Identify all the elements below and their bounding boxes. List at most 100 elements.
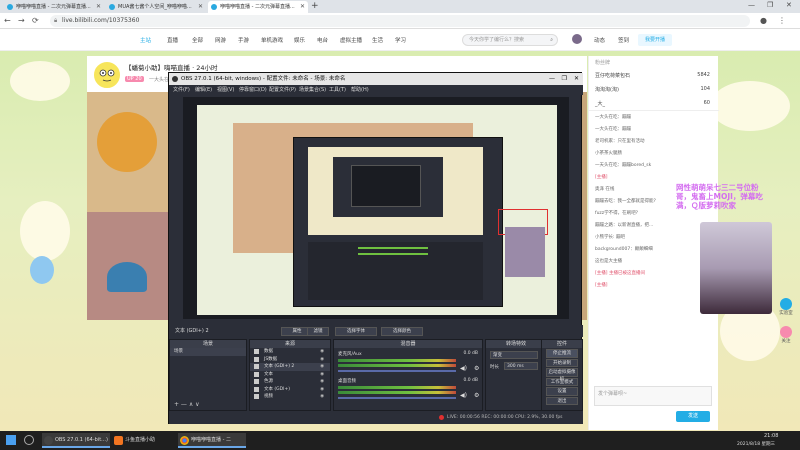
stop-streaming-button[interactable]: 停止推流 — [546, 349, 578, 358]
scene-item[interactable]: 场景 — [170, 348, 246, 356]
close-icon[interactable]: ✕ — [300, 1, 305, 13]
menu-view[interactable]: 视图(V) — [217, 85, 234, 95]
source-item[interactable]: JS数据 ◉ — [250, 356, 330, 364]
lab-float-button[interactable]: 实验室 — [776, 298, 796, 316]
filters-button[interactable]: 滤镜 — [307, 327, 329, 336]
menu-scene-collection[interactable]: 场景集合(S) — [299, 85, 326, 95]
nav-checkin[interactable]: 签到 — [618, 36, 629, 44]
nav-vtuber[interactable]: 虚拟主播 — [340, 36, 362, 44]
nav-single-games[interactable]: 单机游戏 — [261, 36, 283, 44]
url-input[interactable]: 🔒︎ live.bilibili.com/10375360 — [50, 15, 750, 27]
chat-message: background007：颠颠细细 — [595, 247, 653, 252]
nav-life[interactable]: 生活 — [372, 36, 383, 44]
source-item[interactable]: 色源 ◉ — [250, 378, 330, 386]
taskbar-obs[interactable]: OBS 27.0.1 (64-bit...) — [42, 433, 110, 448]
start-broadcast-button[interactable]: 我要开播 — [638, 34, 672, 46]
add-scene-icon[interactable]: + — ∧ ∨ — [174, 401, 200, 408]
source-item[interactable]: 数据 ◉ — [250, 348, 330, 356]
speaker-icon[interactable]: ◀) — [460, 392, 467, 399]
menu-tools[interactable]: 工具(T) — [329, 85, 346, 95]
eye-icon[interactable]: ◉ — [320, 393, 324, 401]
nav-home[interactable]: 主站 — [140, 36, 151, 44]
eye-icon[interactable]: ◉ — [320, 348, 324, 356]
back-icon[interactable]: ← — [4, 16, 11, 26]
eye-icon[interactable]: ◉ — [320, 378, 324, 386]
nav-mobile-games[interactable]: 手游 — [238, 36, 249, 44]
mixer-dock: 混音器 麦克风/Aux 0.0 dB ◀) ⚙ 桌面音频 0.0 dB ◀) ⚙ — [333, 339, 483, 411]
menu-profile[interactable]: 配置文件(P) — [269, 85, 296, 95]
menu-file[interactable]: 文件(F) — [173, 85, 190, 95]
source-item[interactable]: 视频 ◉ — [250, 393, 330, 401]
profile-icon[interactable]: ● — [760, 16, 767, 26]
menu-icon[interactable]: ⋮ — [778, 16, 786, 26]
nav-study[interactable]: 学习 — [395, 36, 406, 44]
nav-all[interactable]: 全部 — [192, 36, 203, 44]
eye-icon[interactable]: ◉ — [320, 356, 324, 364]
close-window-icon[interactable]: ✕ — [786, 1, 792, 9]
minimize-icon[interactable]: — — [748, 1, 755, 9]
live-indicator-icon — [439, 415, 444, 420]
sources-header: 来源 — [250, 340, 330, 348]
avatar[interactable] — [572, 34, 582, 44]
nav-radio[interactable]: 电台 — [317, 36, 328, 44]
source-item[interactable]: 文本 (GDI+) 2 ◉ — [250, 363, 330, 371]
taskbar-douyu[interactable]: 斗鱼直播小助 — [112, 433, 174, 448]
gear-icon[interactable]: ⚙ — [474, 365, 479, 372]
eye-icon[interactable]: ◉ — [320, 363, 324, 371]
taskbar-chrome[interactable]: 咿喵咿喵直播 - 二 — [178, 433, 246, 448]
source-label: 色源 — [264, 379, 273, 384]
source-item[interactable]: 文本 (GDI+) ◉ — [250, 386, 330, 394]
nav-dynamic[interactable]: 动态 — [594, 36, 605, 44]
sources-dock: 来源 数据 ◉ JS数据 ◉ 文本 (GDI+) 2 ◉ 文本 ◉ 色源 ◉ 文本 (GD… — [249, 339, 331, 411]
volume-slider[interactable] — [338, 397, 456, 399]
volume-slider[interactable] — [338, 370, 456, 372]
browser-tab-2[interactable]: MUA酱七酱个人空间_咿喵咿喵... ✕ — [106, 1, 206, 13]
select-font-button[interactable]: 选择字体 — [335, 327, 377, 336]
menu-docks[interactable]: 停靠窗口(D) — [239, 85, 267, 95]
close-icon[interactable]: ✕ — [96, 1, 101, 13]
browser-tab-1[interactable]: 咿喵咿喵直播 - 二次元弹幕直播... ✕ — [4, 1, 104, 13]
eye-icon[interactable]: ◉ — [320, 386, 324, 394]
chat-input[interactable]: 发个弹幕呗~ — [594, 386, 712, 406]
new-tab-icon[interactable]: + — [311, 1, 319, 11]
windows-start-icon[interactable] — [6, 435, 16, 445]
close-icon[interactable]: ✕ — [198, 1, 203, 13]
duration-input[interactable]: 300 ms — [504, 362, 538, 370]
studio-mode-button[interactable]: 工作室模式 — [546, 377, 578, 386]
source-item[interactable]: 文本 ◉ — [250, 371, 330, 379]
maximize-icon[interactable]: ❐ — [767, 1, 773, 9]
menu-help[interactable]: 帮助(H) — [351, 85, 369, 95]
maximize-icon[interactable]: ❐ — [562, 73, 567, 85]
close-icon[interactable]: ✕ — [574, 73, 579, 85]
up-badge: UP 20 — [125, 76, 144, 82]
follow-float-button[interactable]: 关注 — [776, 326, 796, 344]
exit-button[interactable]: 退出 — [546, 396, 578, 405]
search-icon[interactable]: ⌕ — [550, 35, 553, 46]
rank-name: 豆仔吃荷菜包石 — [595, 73, 631, 79]
eye-icon[interactable]: ◉ — [320, 371, 324, 379]
browser-tab-3[interactable]: 咿喵咿喵直播 - 二次元弹幕直播... ✕ — [208, 1, 308, 13]
transition-select[interactable]: 渐变 — [490, 351, 538, 359]
start-recording-button[interactable]: 开始录制 — [546, 358, 578, 367]
video-icon — [254, 394, 259, 399]
gear-icon[interactable]: ⚙ — [474, 392, 479, 399]
reload-icon[interactable]: ⟳ — [32, 16, 39, 26]
nav-entertainment[interactable]: 娱乐 — [294, 36, 305, 44]
settings-button[interactable]: 设置 — [546, 387, 578, 396]
tab-label: MUA酱七酱个人空间_咿喵咿喵... — [118, 4, 192, 10]
nav-live[interactable]: 直播 — [167, 36, 178, 44]
speaker-icon[interactable]: ◀) — [460, 365, 467, 372]
minimize-icon[interactable]: — — [549, 73, 555, 85]
chat-message: [主播] 主播已被这直播间 — [595, 271, 645, 276]
select-color-button[interactable]: 选择颜色 — [381, 327, 423, 336]
virtual-camera-button[interactable]: 启动虚拟摄像机 — [546, 368, 578, 382]
nav-online-games[interactable]: 网游 — [215, 36, 226, 44]
menu-edit[interactable]: 编辑(E) — [195, 85, 212, 95]
forward-icon[interactable]: → — [18, 16, 25, 26]
send-button[interactable]: 发送 — [676, 411, 710, 422]
streamer-avatar[interactable] — [92, 60, 122, 90]
studio-mode-label: 工作室模式 — [550, 379, 574, 385]
search-icon[interactable] — [24, 435, 34, 445]
search-input[interactable]: 今天你学了编行么？搜索 ⌕ — [462, 34, 558, 46]
obs-preview[interactable] — [183, 97, 569, 319]
